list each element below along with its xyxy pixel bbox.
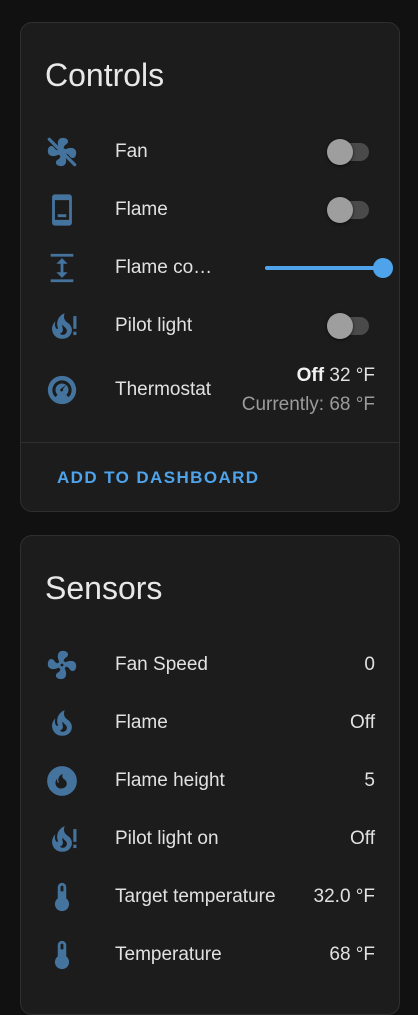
fan-icon	[45, 135, 79, 169]
sensor-value: Off	[350, 828, 375, 849]
toggle-knob	[327, 139, 353, 165]
thermostat-icon	[45, 373, 79, 407]
flame-label: Flame	[115, 199, 168, 220]
sensor-row-fan-speed[interactable]: Fan Speed 0	[21, 636, 399, 694]
arrow-expand-vertical-icon	[45, 251, 79, 285]
control-row-thermostat[interactable]: Thermostat Off 32 °F Currently: 68 °F	[21, 361, 399, 419]
thermometer-icon	[45, 938, 79, 972]
toggle-knob	[327, 313, 353, 339]
sensor-value: 32.0 °F	[313, 886, 375, 907]
control-row-flame-control: Flame co…	[21, 239, 399, 297]
phone-icon	[45, 193, 79, 227]
pilot-light-toggle[interactable]	[327, 313, 369, 339]
control-row-fan[interactable]: Fan	[21, 123, 399, 181]
control-row-flame[interactable]: Flame	[21, 181, 399, 239]
pilot-light-label: Pilot light	[115, 315, 193, 336]
sensor-label: Pilot light on	[115, 828, 219, 849]
sensor-row-pilot-light-on[interactable]: Pilot light on Off	[21, 810, 399, 868]
thermostat-label: Thermostat	[115, 379, 212, 400]
sensor-row-flame[interactable]: Flame Off	[21, 694, 399, 752]
slider-fill	[265, 266, 383, 270]
thermostat-current: Currently: 68 °F	[241, 394, 375, 415]
card-divider	[21, 442, 399, 443]
toggle-knob	[327, 197, 353, 223]
flame-control-label: Flame co…	[115, 257, 213, 278]
slider-thumb[interactable]	[373, 258, 393, 278]
fan-toggle[interactable]	[327, 139, 369, 165]
sensor-row-temperature[interactable]: Temperature 68 °F	[21, 926, 399, 984]
sensor-value: 68 °F	[329, 944, 375, 965]
thermometer-icon	[45, 880, 79, 914]
controls-card: Controls Fan Flame Flame co… Pilot light…	[20, 22, 400, 512]
sensors-title: Sensors	[45, 570, 163, 606]
sensor-label: Flame height	[115, 770, 225, 791]
fire-alert-icon	[45, 309, 79, 343]
sensor-label: Fan Speed	[115, 654, 208, 675]
sensor-value: Off	[350, 712, 375, 733]
fire-alert-icon	[45, 822, 79, 856]
sensor-label: Flame	[115, 712, 168, 733]
fan-label: Fan	[115, 141, 148, 162]
thermostat-state: Off 32 °F Currently: 68 °F	[242, 365, 375, 416]
fan-icon	[45, 648, 79, 682]
fire-icon	[45, 706, 79, 740]
sensor-row-flame-height[interactable]: Flame height 5	[21, 752, 399, 810]
add-to-dashboard-button[interactable]: ADD TO DASHBOARD	[57, 468, 259, 488]
sensor-row-target-temperature[interactable]: Target temperature 32.0 °F	[21, 868, 399, 926]
thermostat-mode: Off	[296, 365, 325, 386]
fire-circle-icon	[45, 764, 79, 798]
flame-control-slider[interactable]	[265, 257, 393, 279]
sensors-card: Sensors Fan Speed 0 Flame Off Flame heig…	[20, 535, 400, 1015]
sensor-value: 0	[364, 654, 375, 675]
flame-toggle[interactable]	[327, 197, 369, 223]
thermostat-setpoint: 32 °F	[329, 365, 375, 386]
control-row-pilot-light[interactable]: Pilot light	[21, 297, 399, 355]
controls-title: Controls	[45, 57, 165, 93]
sensor-label: Target temperature	[115, 886, 276, 907]
sensor-label: Temperature	[115, 944, 222, 965]
sensor-value: 5	[364, 770, 375, 791]
